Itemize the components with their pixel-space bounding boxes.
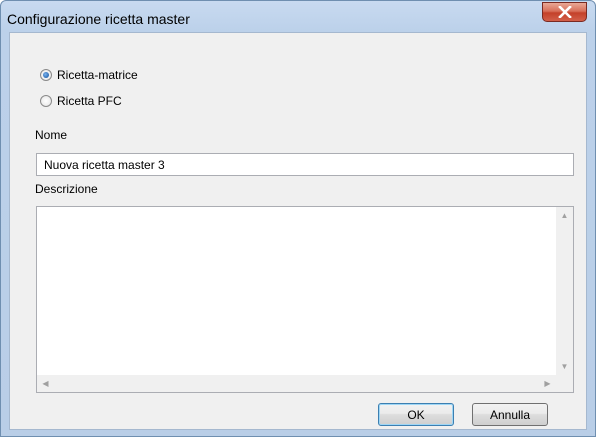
scroll-down-icon[interactable]: ▼ bbox=[556, 358, 573, 375]
dialog-window: Configurazione ricetta master Ricetta-ma… bbox=[0, 0, 596, 437]
radio-selected-icon[interactable] bbox=[40, 69, 52, 81]
close-button[interactable] bbox=[542, 2, 587, 22]
description-textarea[interactable]: ▲ ▼ ◀ ▶ bbox=[36, 206, 574, 393]
close-icon bbox=[557, 6, 572, 18]
radio-ricetta-pfc[interactable]: Ricetta PFC bbox=[40, 94, 122, 108]
window-title: Configurazione ricetta master bbox=[7, 11, 190, 27]
radio-unselected-icon[interactable] bbox=[40, 95, 52, 107]
radio-label: Ricetta-matrice bbox=[57, 68, 138, 82]
scroll-left-icon[interactable]: ◀ bbox=[37, 375, 54, 392]
horizontal-scrollbar[interactable]: ◀ ▶ bbox=[37, 375, 556, 392]
title-bar[interactable]: Configurazione ricetta master bbox=[1, 1, 595, 32]
name-input[interactable] bbox=[36, 153, 574, 176]
radio-label: Ricetta PFC bbox=[57, 94, 122, 108]
description-input[interactable] bbox=[37, 207, 560, 379]
ok-button[interactable]: OK bbox=[378, 403, 454, 426]
scrollbar-corner bbox=[556, 375, 573, 392]
radio-dot bbox=[43, 72, 49, 78]
description-label: Descrizione bbox=[35, 182, 98, 196]
cancel-button[interactable]: Annulla bbox=[472, 403, 548, 426]
scroll-right-icon[interactable]: ▶ bbox=[539, 375, 556, 392]
vertical-scrollbar[interactable]: ▲ ▼ bbox=[556, 207, 573, 375]
scroll-up-icon[interactable]: ▲ bbox=[556, 207, 573, 224]
dialog-content: Ricetta-matrice Ricetta PFC Nome Descriz… bbox=[9, 32, 587, 430]
radio-ricetta-matrice[interactable]: Ricetta-matrice bbox=[40, 68, 138, 82]
name-label: Nome bbox=[35, 128, 68, 142]
